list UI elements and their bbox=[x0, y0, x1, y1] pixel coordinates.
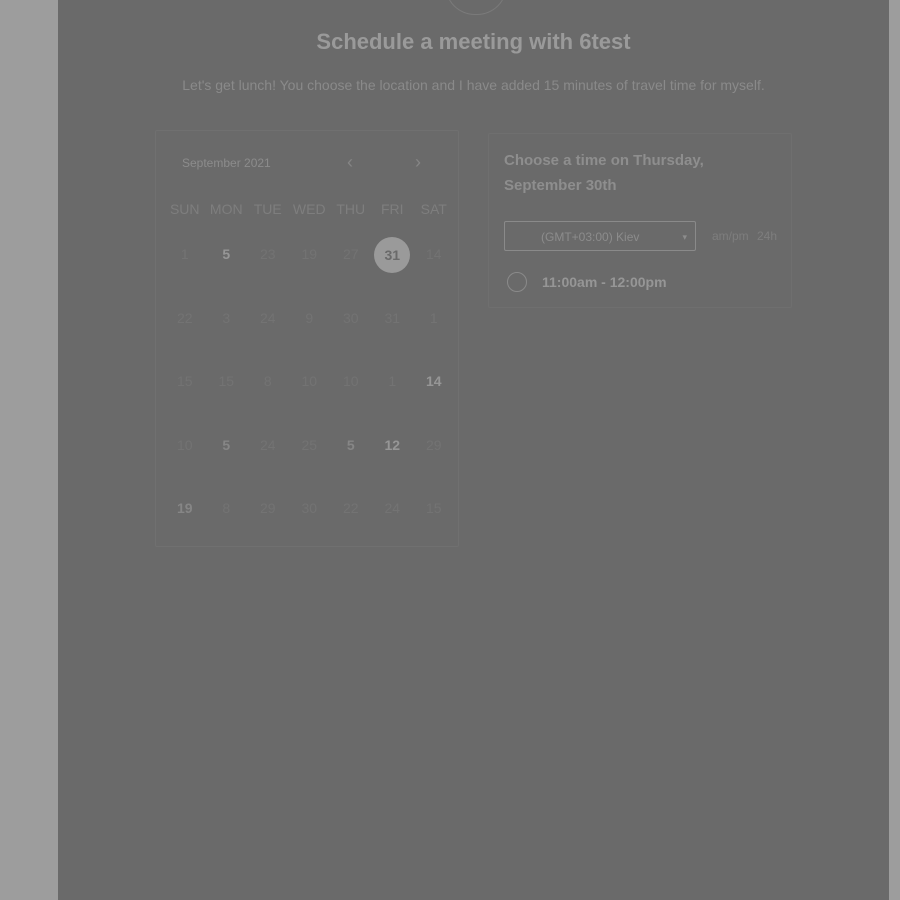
calendar-day-number: 19 bbox=[301, 246, 318, 262]
calendar-day-number: 19 bbox=[176, 500, 193, 516]
calendar-day: 15 bbox=[413, 490, 455, 554]
calendar-grid: 1 5 23 19 27 31 14 22 3 24 9 30 31 1 15 15 8 10 10 1 14 10 5 24… bbox=[164, 236, 454, 554]
left-backdrop bbox=[0, 0, 58, 900]
calendar-day-number: 10 bbox=[301, 373, 318, 389]
calendar-day: 29 bbox=[247, 490, 289, 554]
scheduling-page: Schedule a meeting with 6test Let's get … bbox=[58, 0, 889, 900]
time-slot-label: 11:00am - 12:00pm bbox=[542, 274, 667, 290]
calendar-day-number: 12 bbox=[384, 436, 401, 453]
calendar-day: 22 bbox=[330, 490, 372, 554]
timezone-select[interactable]: (GMT+03:00) Kiev ▾ bbox=[504, 221, 696, 251]
calendar-day-number: 8 bbox=[222, 500, 231, 516]
calendar-day: 1 bbox=[413, 300, 455, 364]
right-scrollbar[interactable] bbox=[889, 0, 900, 900]
logo-icon bbox=[445, 0, 507, 15]
calendar-day-number: 29 bbox=[425, 436, 442, 453]
calendar-day-number: 22 bbox=[342, 500, 359, 516]
calendar-day-number: 15 bbox=[425, 500, 442, 516]
calendar-day: 22 bbox=[164, 300, 206, 364]
calendar-day-number: 14 bbox=[425, 246, 442, 262]
calendar-day-number: 10 bbox=[176, 436, 193, 453]
weekday-label: SUN bbox=[169, 201, 200, 217]
time-slot-option[interactable]: 11:00am - 12:00pm bbox=[507, 272, 777, 296]
page-title: Schedule a meeting with 6test bbox=[316, 29, 631, 54]
radio-icon[interactable] bbox=[507, 272, 527, 292]
calendar-day-number: 23 bbox=[259, 246, 276, 262]
weekday-label: SAT bbox=[420, 201, 447, 217]
calendar-day: 8 bbox=[247, 363, 289, 427]
calendar-day-number: 25 bbox=[301, 436, 318, 453]
calendar-day: 10 bbox=[289, 363, 331, 427]
calendar-day-number: 30 bbox=[342, 309, 359, 326]
calendar-day-number: 15 bbox=[176, 373, 193, 389]
calendar-day-number: 8 bbox=[263, 373, 272, 389]
calendar-day-number: 1 bbox=[429, 309, 438, 326]
calendar-day-number: 10 bbox=[342, 373, 359, 389]
calendar-month-label: September 2021 bbox=[182, 156, 271, 170]
calendar-day-number: 1 bbox=[180, 246, 189, 262]
calendar-day-number: 27 bbox=[342, 246, 359, 262]
calendar-day: 10 bbox=[164, 427, 206, 491]
weekday-label: FRI bbox=[380, 201, 404, 217]
calendar-day-number: 9 bbox=[305, 309, 314, 326]
calendar-day-selected[interactable]: 31 bbox=[372, 236, 414, 300]
weekday-label: THU bbox=[336, 201, 366, 217]
calendar-day-number: 31 bbox=[374, 237, 411, 273]
calendar-day: 23 bbox=[247, 236, 289, 300]
calendar-day: 19 bbox=[164, 490, 206, 554]
calendar-day-number: 1 bbox=[388, 373, 397, 389]
chevron-left-icon[interactable]: ‹ bbox=[342, 153, 358, 171]
calendar-day: 1 bbox=[164, 236, 206, 300]
calendar-day: 14 bbox=[413, 236, 455, 300]
calendar-day: 10 bbox=[330, 363, 372, 427]
calendar-day-number: 14 bbox=[425, 373, 442, 389]
format-ampm-toggle[interactable]: am/pm bbox=[712, 229, 749, 243]
calendar-day: 5 bbox=[330, 427, 372, 491]
calendar-day-number: 5 bbox=[222, 246, 231, 262]
calendar-day[interactable]: 12 bbox=[372, 427, 414, 491]
calendar-day: 27 bbox=[330, 236, 372, 300]
calendar-day: 15 bbox=[206, 363, 248, 427]
weekday-header: SUN MON TUE WED THU FRI SAT bbox=[164, 201, 454, 217]
chevron-down-icon: ▾ bbox=[682, 232, 687, 242]
calendar-day: 29 bbox=[413, 427, 455, 491]
weekday-label: WED bbox=[292, 201, 326, 217]
calendar-day-number: 15 bbox=[218, 373, 235, 389]
calendar-day: 25 bbox=[289, 427, 331, 491]
calendar-day: 30 bbox=[330, 300, 372, 364]
calendar-day: 30 bbox=[289, 490, 331, 554]
calendar-day: 15 bbox=[164, 363, 206, 427]
calendar-day-number: 3 bbox=[222, 309, 231, 326]
weekday-label: MON bbox=[209, 201, 243, 217]
calendar-day: 9 bbox=[289, 300, 331, 364]
timezone-value: (GMT+03:00) Kiev bbox=[541, 230, 640, 244]
calendar-day-number: 24 bbox=[384, 500, 401, 516]
format-24h-toggle[interactable]: 24h bbox=[757, 229, 777, 243]
calendar-day-number: 31 bbox=[384, 309, 401, 326]
calendar-day-number: 29 bbox=[259, 500, 276, 516]
calendar-day-number: 22 bbox=[176, 309, 193, 326]
calendar-day: 3 bbox=[206, 300, 248, 364]
calendar-day: 5 bbox=[206, 427, 248, 491]
calendar-day-number: 5 bbox=[222, 436, 231, 453]
calendar-day: 1 bbox=[372, 363, 414, 427]
calendar-day: 8 bbox=[206, 490, 248, 554]
calendar-day-number: 24 bbox=[259, 309, 276, 326]
calendar-day-number: 30 bbox=[301, 500, 318, 516]
time-panel-heading: Choose a time on Thursday, September 30t… bbox=[504, 152, 704, 194]
calendar-day: 24 bbox=[247, 427, 289, 491]
calendar-panel: September 2021 ‹ › SUN MON TUE WED THU FRI SAT… bbox=[155, 130, 459, 547]
weekday-label: TUE bbox=[253, 201, 282, 217]
calendar-day[interactable]: 14 bbox=[413, 363, 455, 427]
chevron-right-icon[interactable]: › bbox=[410, 153, 426, 171]
calendar-day-number: 5 bbox=[346, 436, 355, 453]
time-panel: Choose a time on Thursday, September 30t… bbox=[488, 133, 792, 308]
calendar-day: 24 bbox=[247, 300, 289, 364]
calendar-day: 24 bbox=[372, 490, 414, 554]
calendar-day[interactable]: 5 bbox=[206, 236, 248, 300]
calendar-day: 19 bbox=[289, 236, 331, 300]
calendar-day-number: 24 bbox=[259, 436, 276, 453]
page-subtitle: Let's get lunch! You choose the location… bbox=[182, 77, 765, 93]
calendar-day: 31 bbox=[372, 300, 414, 364]
